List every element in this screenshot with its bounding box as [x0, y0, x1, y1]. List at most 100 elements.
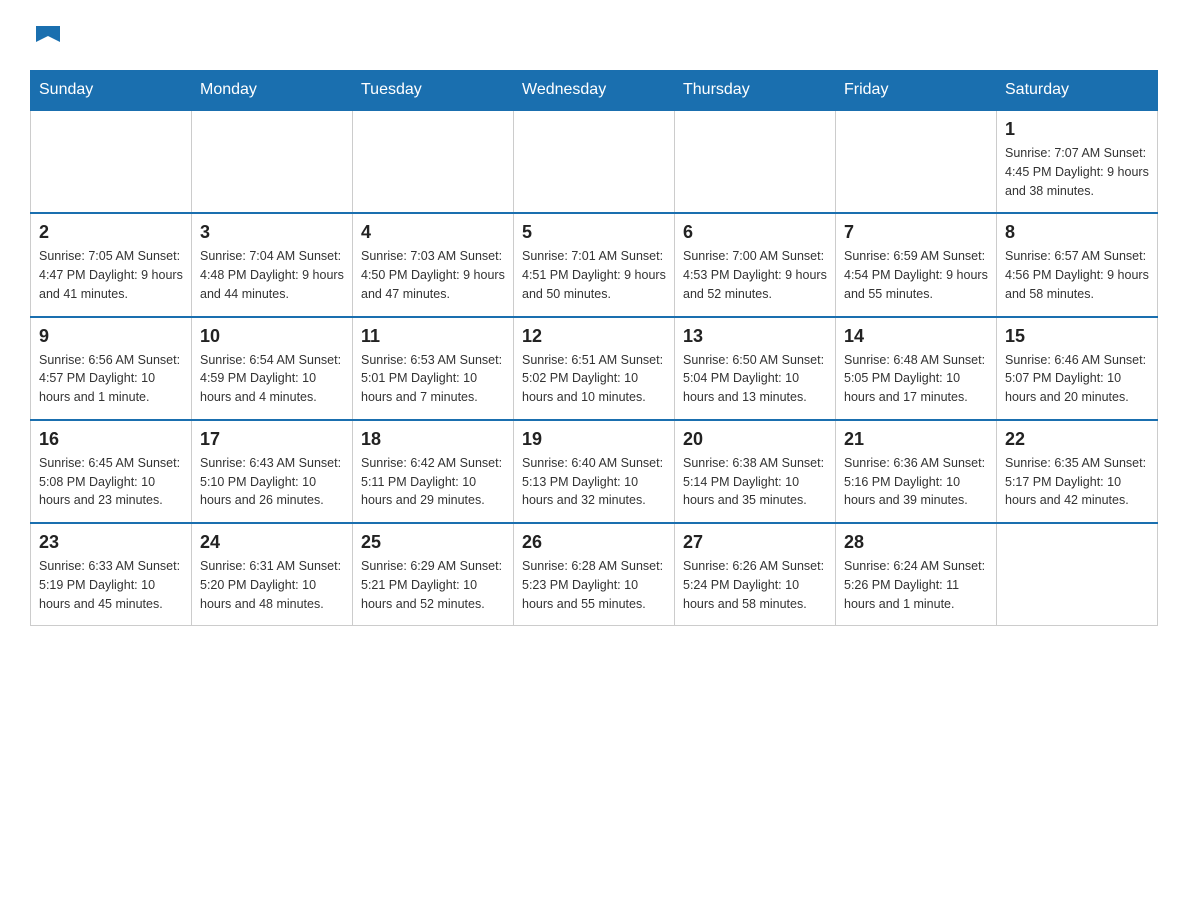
day-info: Sunrise: 7:00 AM Sunset: 4:53 PM Dayligh… [683, 247, 827, 303]
day-info: Sunrise: 6:53 AM Sunset: 5:01 PM Dayligh… [361, 351, 505, 407]
week-row-3: 9 Sunrise: 6:56 AM Sunset: 4:57 PM Daylig… [31, 317, 1158, 420]
weekday-header-sunday: Sunday [31, 71, 192, 111]
day-number: 20 [683, 429, 827, 450]
calendar-cell [31, 110, 192, 213]
calendar-cell: 7 Sunrise: 6:59 AM Sunset: 4:54 PM Daylig… [836, 213, 997, 316]
day-info: Sunrise: 6:46 AM Sunset: 5:07 PM Dayligh… [1005, 351, 1149, 407]
calendar-cell: 15 Sunrise: 6:46 AM Sunset: 5:07 PM Dayli… [997, 317, 1158, 420]
day-number: 28 [844, 532, 988, 553]
calendar-cell: 6 Sunrise: 7:00 AM Sunset: 4:53 PM Daylig… [675, 213, 836, 316]
calendar-cell: 9 Sunrise: 6:56 AM Sunset: 4:57 PM Daylig… [31, 317, 192, 420]
logo-flag-icon [32, 22, 64, 54]
day-info: Sunrise: 6:26 AM Sunset: 5:24 PM Dayligh… [683, 557, 827, 613]
calendar-table: SundayMondayTuesdayWednesdayThursdayFrid… [30, 70, 1158, 626]
day-number: 14 [844, 326, 988, 347]
day-number: 25 [361, 532, 505, 553]
day-number: 6 [683, 222, 827, 243]
calendar-cell: 22 Sunrise: 6:35 AM Sunset: 5:17 PM Dayli… [997, 420, 1158, 523]
calendar-cell: 28 Sunrise: 6:24 AM Sunset: 5:26 PM Dayli… [836, 523, 997, 626]
calendar-cell: 11 Sunrise: 6:53 AM Sunset: 5:01 PM Dayli… [353, 317, 514, 420]
day-number: 21 [844, 429, 988, 450]
day-number: 22 [1005, 429, 1149, 450]
day-number: 5 [522, 222, 666, 243]
calendar-cell: 14Sunrise: 6:48 AM Sunset: 5:05 PM Dayli… [836, 317, 997, 420]
day-number: 11 [361, 326, 505, 347]
day-info: Sunrise: 7:01 AM Sunset: 4:51 PM Dayligh… [522, 247, 666, 303]
day-info: Sunrise: 6:57 AM Sunset: 4:56 PM Dayligh… [1005, 247, 1149, 303]
calendar-cell [675, 110, 836, 213]
day-info: Sunrise: 6:42 AM Sunset: 5:11 PM Dayligh… [361, 454, 505, 510]
weekday-header-row: SundayMondayTuesdayWednesdayThursdayFrid… [31, 71, 1158, 111]
day-number: 9 [39, 326, 183, 347]
day-info: Sunrise: 6:51 AM Sunset: 5:02 PM Dayligh… [522, 351, 666, 407]
day-number: 27 [683, 532, 827, 553]
day-number: 3 [200, 222, 344, 243]
day-info: Sunrise: 6:28 AM Sunset: 5:23 PM Dayligh… [522, 557, 666, 613]
day-info: Sunrise: 6:36 AM Sunset: 5:16 PM Dayligh… [844, 454, 988, 510]
calendar-cell: 2 Sunrise: 7:05 AM Sunset: 4:47 PM Daylig… [31, 213, 192, 316]
calendar-cell: 13 Sunrise: 6:50 AM Sunset: 5:04 PM Dayli… [675, 317, 836, 420]
day-info: Sunrise: 6:38 AM Sunset: 5:14 PM Dayligh… [683, 454, 827, 510]
calendar-cell [997, 523, 1158, 626]
day-number: 19 [522, 429, 666, 450]
calendar-cell: 27 Sunrise: 6:26 AM Sunset: 5:24 PM Dayli… [675, 523, 836, 626]
day-number: 4 [361, 222, 505, 243]
day-info: Sunrise: 6:59 AM Sunset: 4:54 PM Dayligh… [844, 247, 988, 303]
page-header [30, 20, 1158, 50]
day-info: Sunrise: 6:56 AM Sunset: 4:57 PM Dayligh… [39, 351, 183, 407]
calendar-cell: 10Sunrise: 6:54 AM Sunset: 4:59 PM Dayli… [192, 317, 353, 420]
week-row-1: 1 Sunrise: 7:07 AM Sunset: 4:45 PM Daylig… [31, 110, 1158, 213]
calendar-cell: 24 Sunrise: 6:31 AM Sunset: 5:20 PM Dayli… [192, 523, 353, 626]
weekday-header-friday: Friday [836, 71, 997, 111]
calendar-cell: 18 Sunrise: 6:42 AM Sunset: 5:11 PM Dayli… [353, 420, 514, 523]
day-info: Sunrise: 7:03 AM Sunset: 4:50 PM Dayligh… [361, 247, 505, 303]
calendar-cell [514, 110, 675, 213]
day-info: Sunrise: 6:43 AM Sunset: 5:10 PM Dayligh… [200, 454, 344, 510]
calendar-cell [836, 110, 997, 213]
calendar-cell: 21 Sunrise: 6:36 AM Sunset: 5:16 PM Dayli… [836, 420, 997, 523]
day-info: Sunrise: 6:33 AM Sunset: 5:19 PM Dayligh… [39, 557, 183, 613]
day-number: 24 [200, 532, 344, 553]
day-info: Sunrise: 6:45 AM Sunset: 5:08 PM Dayligh… [39, 454, 183, 510]
day-info: Sunrise: 6:31 AM Sunset: 5:20 PM Dayligh… [200, 557, 344, 613]
calendar-cell: 23Sunrise: 6:33 AM Sunset: 5:19 PM Dayli… [31, 523, 192, 626]
week-row-4: 16 Sunrise: 6:45 AM Sunset: 5:08 PM Dayli… [31, 420, 1158, 523]
day-number: 7 [844, 222, 988, 243]
day-info: Sunrise: 6:54 AM Sunset: 4:59 PM Dayligh… [200, 351, 344, 407]
calendar-cell: 16 Sunrise: 6:45 AM Sunset: 5:08 PM Dayli… [31, 420, 192, 523]
calendar-cell: 17 Sunrise: 6:43 AM Sunset: 5:10 PM Dayli… [192, 420, 353, 523]
weekday-header-thursday: Thursday [675, 71, 836, 111]
calendar-cell: 12 Sunrise: 6:51 AM Sunset: 5:02 PM Dayli… [514, 317, 675, 420]
day-info: Sunrise: 6:35 AM Sunset: 5:17 PM Dayligh… [1005, 454, 1149, 510]
calendar-cell [192, 110, 353, 213]
day-info: Sunrise: 7:07 AM Sunset: 4:45 PM Dayligh… [1005, 144, 1149, 200]
calendar-cell: 26 Sunrise: 6:28 AM Sunset: 5:23 PM Dayli… [514, 523, 675, 626]
day-info: Sunrise: 7:05 AM Sunset: 4:47 PM Dayligh… [39, 247, 183, 303]
day-number: 12 [522, 326, 666, 347]
calendar-cell: 19Sunrise: 6:40 AM Sunset: 5:13 PM Dayli… [514, 420, 675, 523]
day-number: 18 [361, 429, 505, 450]
day-number: 15 [1005, 326, 1149, 347]
day-info: Sunrise: 7:04 AM Sunset: 4:48 PM Dayligh… [200, 247, 344, 303]
week-row-5: 23Sunrise: 6:33 AM Sunset: 5:19 PM Dayli… [31, 523, 1158, 626]
calendar-cell: 4 Sunrise: 7:03 AM Sunset: 4:50 PM Daylig… [353, 213, 514, 316]
day-info: Sunrise: 6:24 AM Sunset: 5:26 PM Dayligh… [844, 557, 988, 613]
day-number: 26 [522, 532, 666, 553]
day-number: 13 [683, 326, 827, 347]
day-number: 17 [200, 429, 344, 450]
day-number: 16 [39, 429, 183, 450]
weekday-header-wednesday: Wednesday [514, 71, 675, 111]
day-info: Sunrise: 6:50 AM Sunset: 5:04 PM Dayligh… [683, 351, 827, 407]
calendar-cell: 25Sunrise: 6:29 AM Sunset: 5:21 PM Dayli… [353, 523, 514, 626]
weekday-header-saturday: Saturday [997, 71, 1158, 111]
logo [30, 20, 64, 50]
calendar-cell: 20 Sunrise: 6:38 AM Sunset: 5:14 PM Dayli… [675, 420, 836, 523]
day-number: 2 [39, 222, 183, 243]
weekday-header-tuesday: Tuesday [353, 71, 514, 111]
calendar-cell: 1 Sunrise: 7:07 AM Sunset: 4:45 PM Daylig… [997, 110, 1158, 213]
day-number: 1 [1005, 119, 1149, 140]
calendar-cell: 5 Sunrise: 7:01 AM Sunset: 4:51 PM Daylig… [514, 213, 675, 316]
calendar-cell [353, 110, 514, 213]
week-row-2: 2 Sunrise: 7:05 AM Sunset: 4:47 PM Daylig… [31, 213, 1158, 316]
day-number: 8 [1005, 222, 1149, 243]
